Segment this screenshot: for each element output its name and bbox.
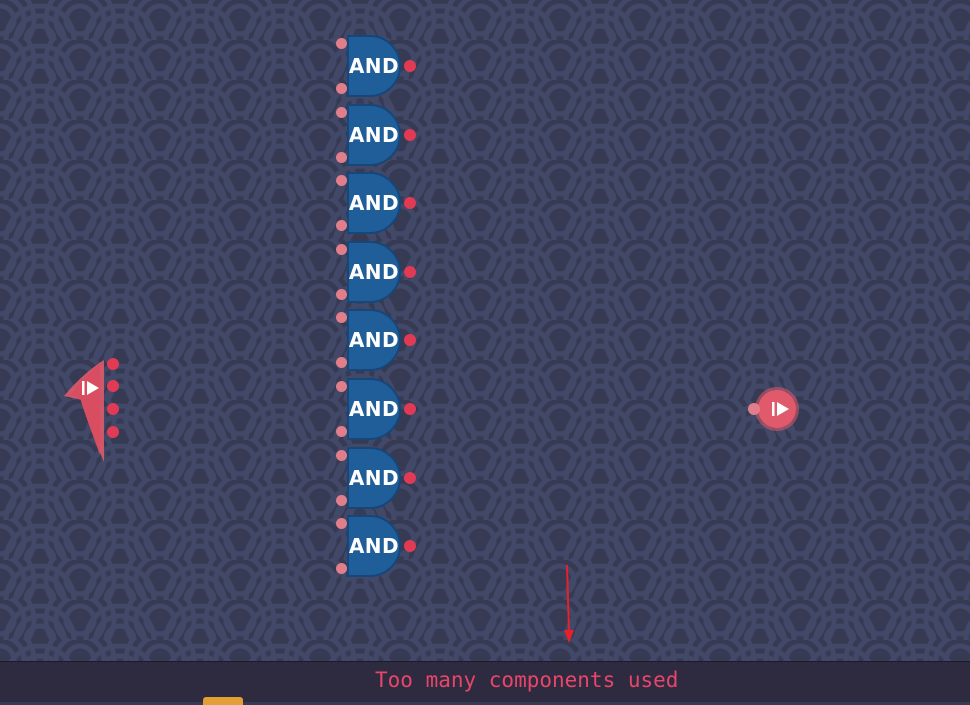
error-message: Too many components used bbox=[375, 668, 679, 692]
io-components-layer bbox=[64, 358, 799, 643]
output-input-pin[interactable] bbox=[748, 403, 760, 415]
input-output-pin[interactable] bbox=[107, 358, 119, 370]
input-output-pin[interactable] bbox=[107, 403, 119, 415]
circuit-input-component[interactable] bbox=[64, 358, 119, 462]
input-output-pin[interactable] bbox=[107, 380, 119, 392]
status-bar: Too many components used bbox=[0, 661, 970, 705]
status-tab[interactable] bbox=[203, 697, 243, 705]
input-output-pin[interactable] bbox=[107, 426, 119, 438]
circuit-canvas[interactable]: AND AND AND AND AND AND AND AND bbox=[0, 0, 970, 661]
circuit-output-component[interactable] bbox=[748, 387, 799, 431]
down-arrow-indicator bbox=[564, 564, 574, 643]
